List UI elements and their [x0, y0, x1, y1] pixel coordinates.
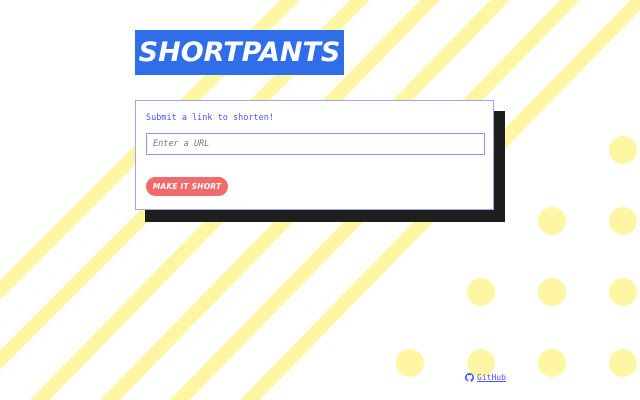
- shorten-form: Submit a link to shorten! MAKE IT SHORT: [135, 100, 494, 210]
- logo-text: SHORTPANTS: [138, 37, 341, 68]
- github-link-label: GitHub: [477, 373, 506, 382]
- github-link[interactable]: GitHub: [465, 373, 506, 382]
- app-logo: SHORTPANTS: [135, 30, 344, 75]
- form-label: Submit a link to shorten!: [146, 113, 274, 123]
- github-icon: [465, 373, 474, 382]
- url-input[interactable]: [146, 133, 485, 155]
- make-it-short-button[interactable]: MAKE IT SHORT: [146, 177, 228, 196]
